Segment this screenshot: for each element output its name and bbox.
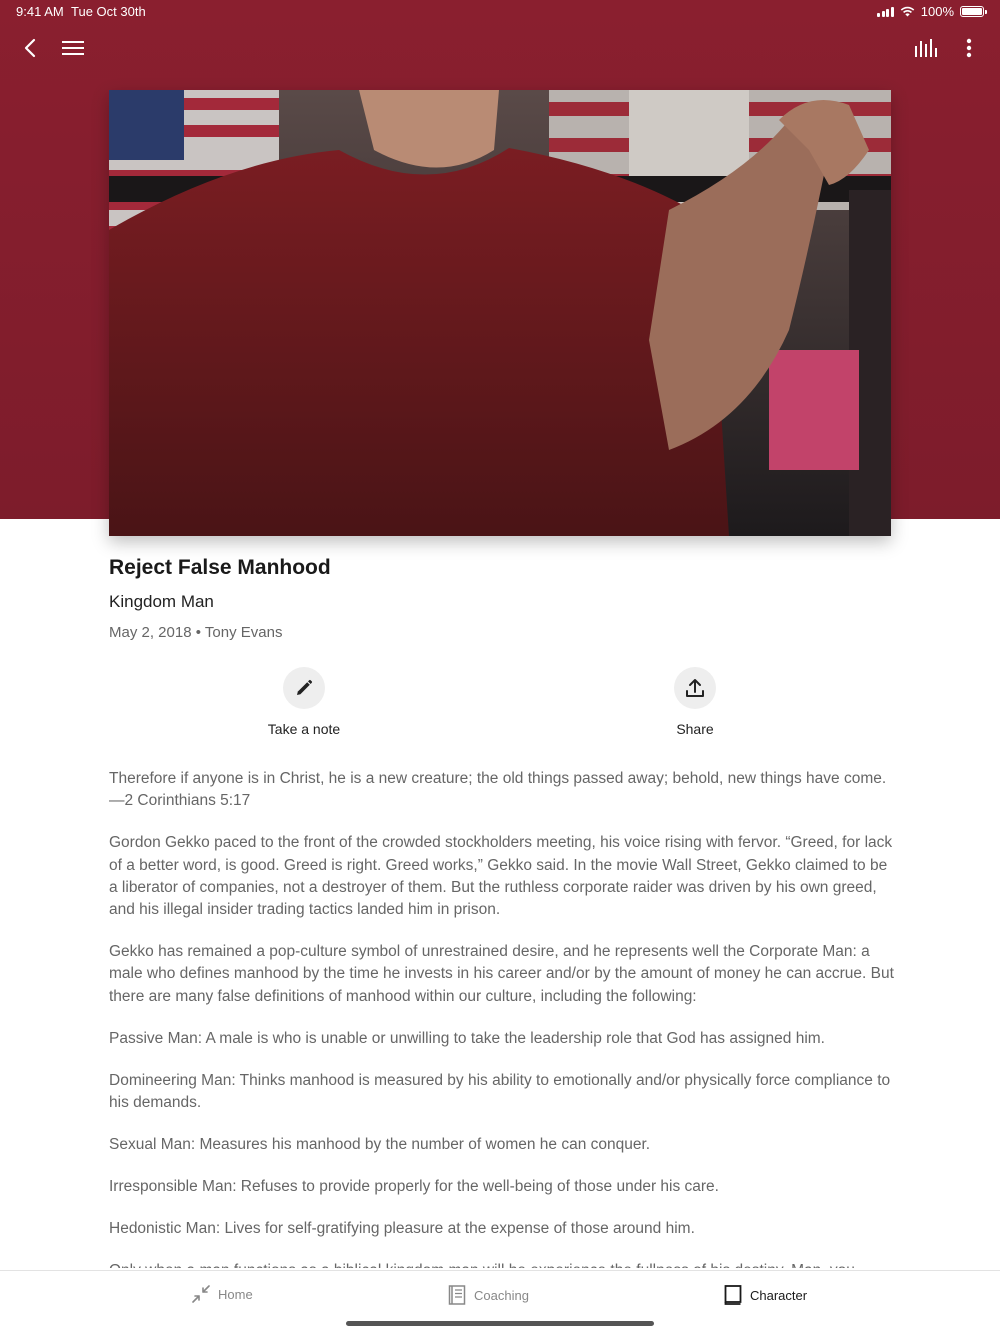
home-indicator [346, 1321, 654, 1326]
article-body: Therefore if anyone is in Christ, he is … [109, 768, 894, 1268]
article-title: Reject False Manhood [109, 556, 331, 579]
pencil-icon [297, 679, 313, 695]
share-circle[interactable] [674, 667, 716, 709]
article-paragraph: Irresponsible Man: Refuses to provide pr… [109, 1177, 719, 1195]
article-hero-image [109, 90, 891, 536]
article-paragraph: Gordon Gekko paced to the front of the c… [109, 834, 893, 919]
battery-percent: 100% [920, 4, 954, 19]
article-paragraph: Domineering Man: Thinks manhood is measu… [109, 1071, 891, 1112]
status-time: 9:41 AM [16, 4, 64, 19]
document-icon [448, 1285, 466, 1305]
article-author: Tony Evans [204, 624, 283, 641]
more-vertical-icon [966, 38, 972, 58]
article-paragraph: Only when a man functions as a biblical … [109, 1260, 894, 1268]
book-icon [724, 1285, 742, 1305]
article-paragraph: Therefore if anyone is in Christ, he is … [109, 770, 887, 810]
take-note-circle[interactable] [283, 667, 325, 709]
take-note-button[interactable]: Take a note [244, 667, 364, 737]
status-bar: 9:41 AM Tue Oct 30th 100% [0, 0, 1000, 24]
audio-bars-icon [915, 39, 937, 57]
article-series: Kingdom Man [109, 592, 214, 611]
tab-coaching[interactable]: Coaching [448, 1285, 529, 1305]
collapse-arrows-icon [192, 1285, 210, 1303]
share-label: Share [676, 721, 714, 737]
tab-coaching-label: Coaching [474, 1287, 529, 1303]
meta-separator: • [195, 624, 201, 641]
signal-icon [877, 6, 894, 17]
status-indicators: 100% [877, 4, 987, 19]
article-paragraph: Hedonistic Man: Lives for self-gratifyin… [109, 1219, 695, 1237]
audio-button[interactable] [910, 32, 942, 64]
article-paragraph: Passive Man: A male is who is unable or … [109, 1029, 825, 1047]
tab-home[interactable]: Home [192, 1285, 253, 1303]
hamburger-icon [62, 41, 84, 55]
more-button[interactable] [953, 32, 985, 64]
tab-character[interactable]: Character [724, 1285, 807, 1305]
article-paragraph: Sexual Man: Measures his manhood by the … [109, 1136, 651, 1153]
take-note-label: Take a note [267, 721, 341, 737]
article-meta: May 2, 2018 • Tony Evans [109, 624, 282, 641]
tab-character-label: Character [750, 1287, 808, 1303]
menu-button[interactable] [57, 32, 89, 64]
wifi-icon [900, 6, 915, 17]
battery-icon [960, 6, 987, 17]
share-icon [686, 679, 704, 697]
status-date: Tue Oct 30th [71, 4, 146, 19]
share-button[interactable]: Share [635, 667, 755, 737]
article-paragraph: Gekko has remained a pop-culture symbol … [109, 943, 894, 1005]
article-date: May 2, 2018 [109, 624, 192, 641]
back-button[interactable] [14, 32, 46, 64]
tab-home-label: Home [218, 1286, 253, 1302]
chevron-left-icon [24, 38, 36, 58]
